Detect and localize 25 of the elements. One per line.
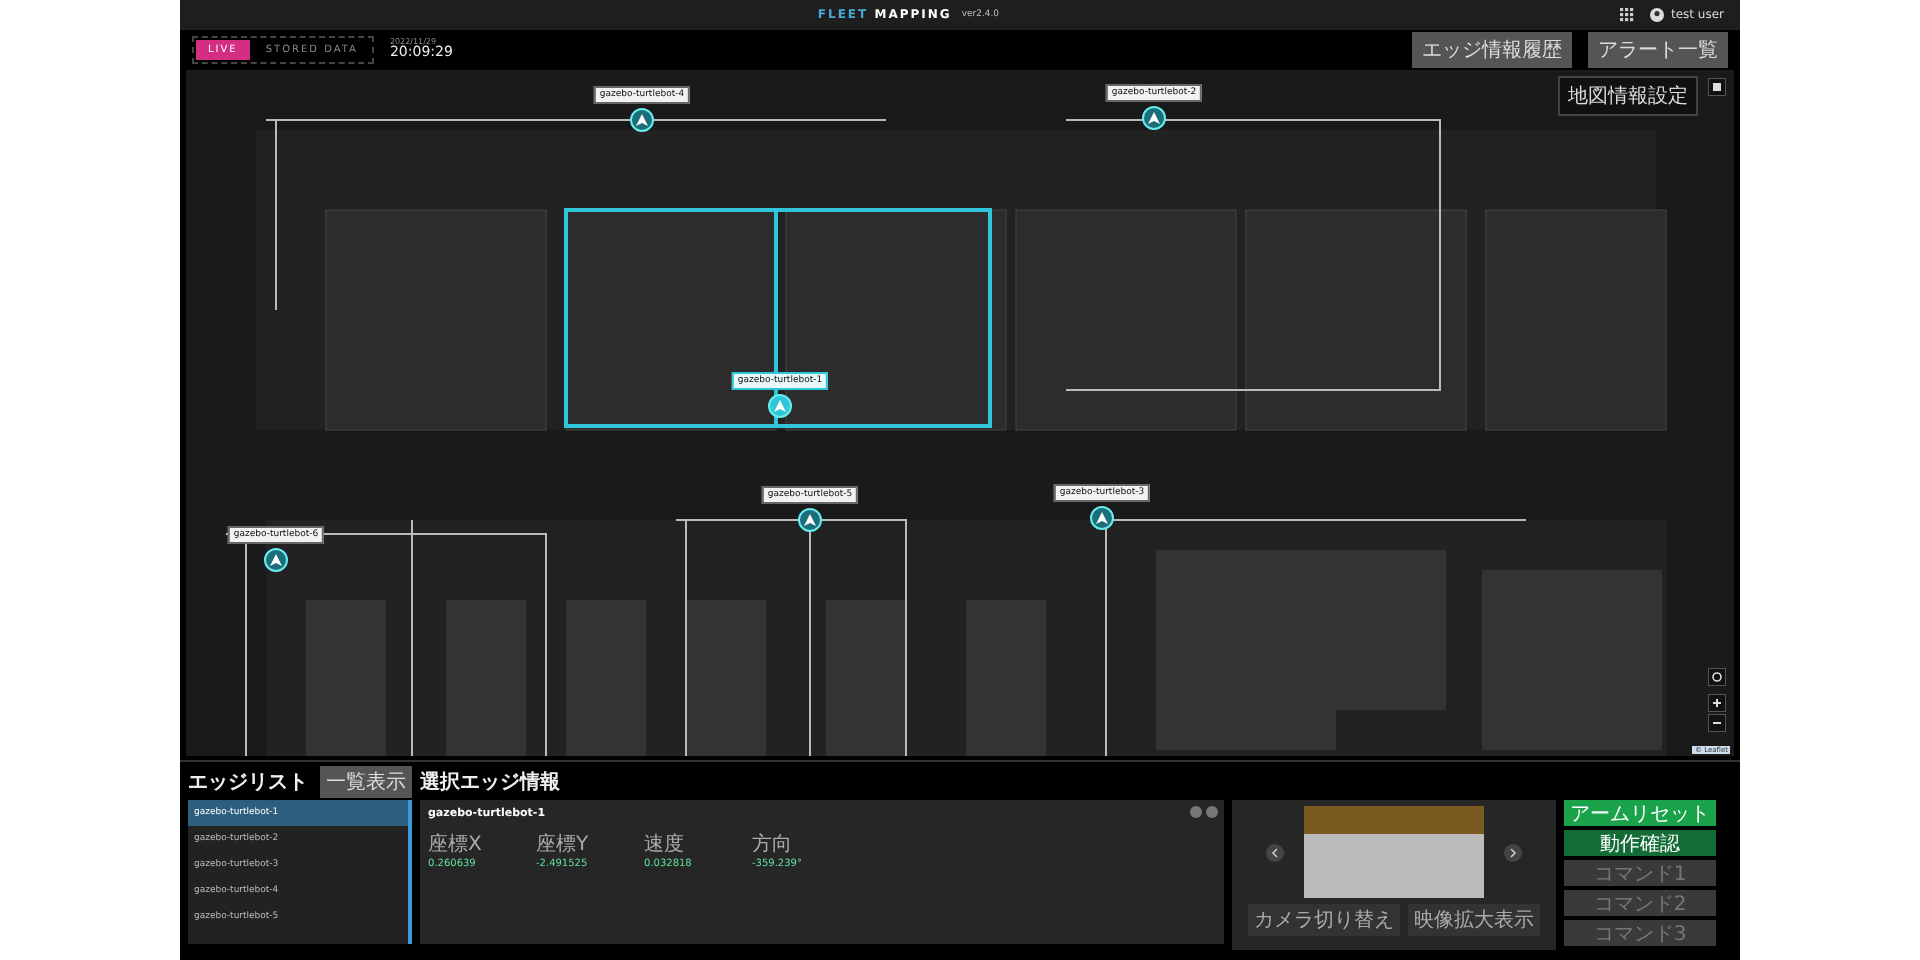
list-view-button[interactable]: 一覧表示	[320, 766, 412, 798]
previous-icon[interactable]	[1266, 843, 1284, 861]
layers-icon[interactable]	[1708, 77, 1726, 96]
robot-marker-icon[interactable]	[1142, 105, 1166, 130]
field-label: 座標X	[428, 831, 484, 858]
zoom-out-icon[interactable]	[1708, 713, 1726, 732]
command-button[interactable]: アームリセット	[1564, 800, 1716, 826]
robot-marker-icon[interactable]	[1090, 505, 1114, 530]
field-label: 座標Y	[536, 831, 591, 858]
alert-list-button[interactable]: アラート一覧	[1588, 31, 1728, 68]
map-settings-button[interactable]: 地図情報設定	[1558, 75, 1698, 116]
robot-marker-icon[interactable]	[630, 107, 654, 132]
field-label: 方向	[752, 831, 794, 858]
user-icon[interactable]	[1650, 7, 1665, 22]
camera-control-button[interactable]: 映像拡大表示	[1408, 904, 1540, 936]
camera-control-button[interactable]: カメラ切り替え	[1248, 904, 1400, 936]
zoom-in-icon[interactable]	[1708, 693, 1726, 712]
apps-grid-icon[interactable]	[1620, 7, 1635, 22]
robot-marker-icon[interactable]	[798, 507, 822, 532]
edge-info-title: 選択エッジ情報	[420, 769, 560, 796]
next-icon[interactable]	[1504, 843, 1522, 861]
command-button[interactable]: 動作確認	[1564, 830, 1716, 856]
edge-list-title: エッジリスト	[188, 770, 308, 796]
history-button[interactable]: エッジ情報履歴	[1412, 31, 1572, 68]
field-label: 速度	[644, 831, 686, 858]
